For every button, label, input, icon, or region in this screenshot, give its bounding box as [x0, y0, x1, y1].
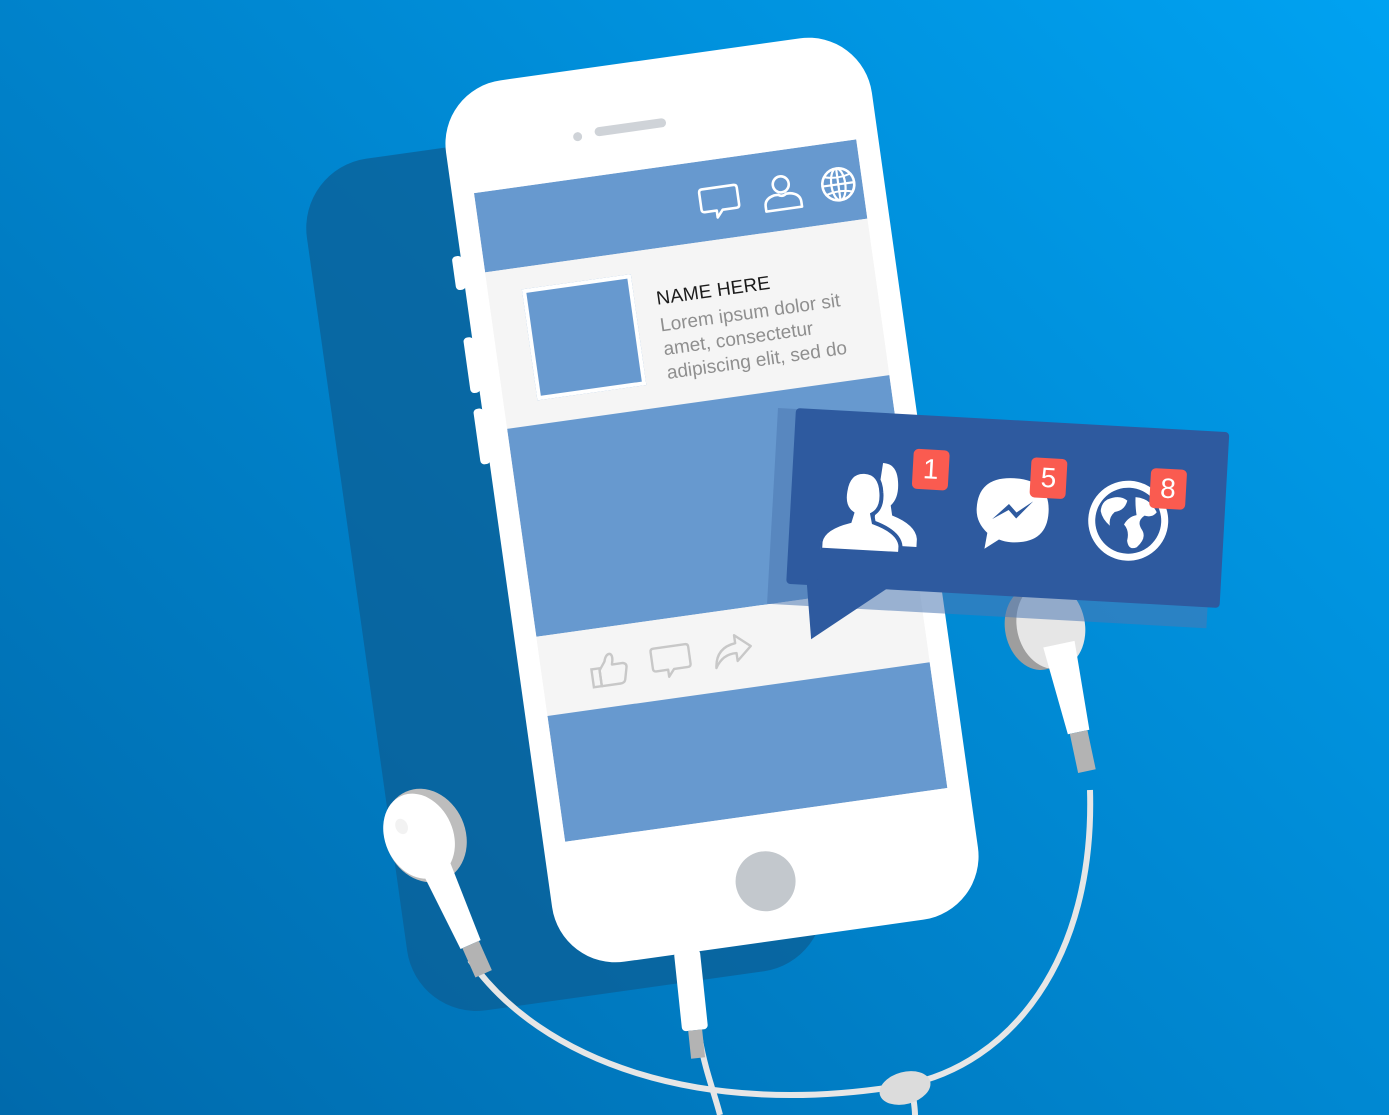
left-earbud	[383, 788, 492, 978]
friend-requests-notification[interactable]: 1	[818, 448, 950, 566]
share-icon[interactable]	[708, 629, 757, 675]
scene: NAME HERE Lorem ipsum dolor sit amet, co…	[0, 0, 1389, 1115]
comment-icon[interactable]	[646, 637, 695, 683]
notification-bubble: 1 5 8	[786, 408, 1230, 644]
cable-slider	[879, 1071, 931, 1105]
chat-bubble-icon[interactable]	[695, 178, 744, 224]
user-icon[interactable]	[757, 169, 806, 215]
like-icon[interactable]	[585, 646, 634, 692]
globe-badge: 8	[1148, 467, 1188, 510]
globe-notification[interactable]: 8	[1081, 464, 1197, 580]
notification-tail	[803, 578, 895, 644]
friend-requests-badge: 1	[911, 448, 950, 491]
globe-icon[interactable]	[814, 161, 863, 207]
post-avatar[interactable]	[521, 274, 647, 401]
messages-notification[interactable]: 5	[969, 457, 1085, 574]
headphone-jack	[674, 950, 708, 1059]
messenger-icon	[976, 478, 1049, 549]
messages-badge: 5	[1029, 457, 1068, 500]
